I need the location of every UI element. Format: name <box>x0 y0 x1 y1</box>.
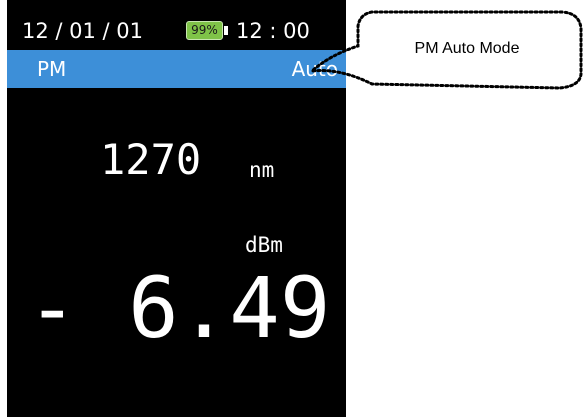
callout-text: PM Auto Mode <box>414 40 520 57</box>
